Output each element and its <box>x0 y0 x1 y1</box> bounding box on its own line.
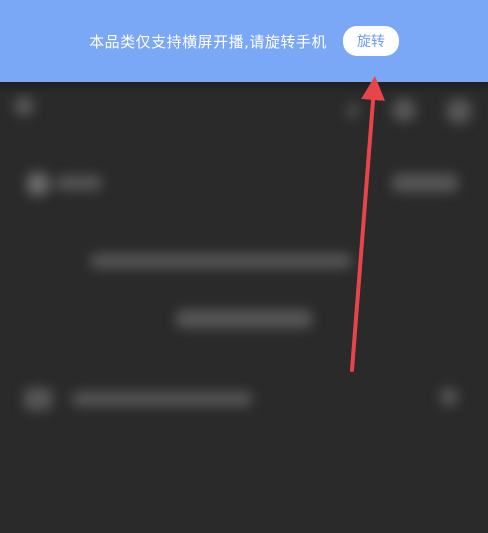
setting-line <box>72 392 252 406</box>
top-bar-icon <box>446 98 472 124</box>
info-line <box>176 310 312 328</box>
profile-label <box>56 176 102 190</box>
top-bar-item <box>348 104 358 118</box>
rotate-button[interactable]: 旋转 <box>342 26 399 56</box>
info-line <box>90 254 352 268</box>
setting-icon <box>440 388 458 406</box>
avatar <box>26 172 50 196</box>
top-bar-icon <box>392 98 416 122</box>
back-icon <box>14 96 34 116</box>
rotate-prompt-message: 本品类仅支持横屏开播,请旋转手机 <box>89 32 327 51</box>
blurred-background-content <box>0 82 488 533</box>
banner-shadow <box>0 82 488 94</box>
profile-action <box>392 174 458 192</box>
rotate-prompt-banner: 本品类仅支持横屏开播,请旋转手机 旋转 <box>0 0 488 82</box>
setting-icon <box>24 388 52 410</box>
